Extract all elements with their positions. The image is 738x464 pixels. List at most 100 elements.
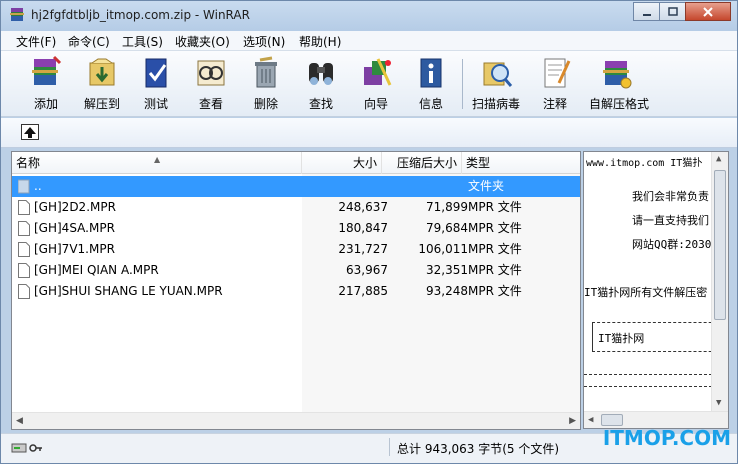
extract-to-label: 解压到 [83, 97, 120, 111]
wizard-button[interactable]: 向导 [349, 55, 403, 113]
file-name: [GH]7V1.MPR [34, 242, 115, 256]
status-summary: 总计 943,063 字节(5 个文件) [397, 442, 560, 456]
file-type: MPR 文件 [468, 221, 522, 235]
file-icon [18, 263, 30, 278]
file-name: [GH]SHUI SHANG LE YUAN.MPR [34, 284, 223, 298]
file-packed: 106,011 [418, 242, 468, 256]
delete-label: 删除 [253, 97, 278, 111]
file-size [302, 176, 388, 197]
info-label: 信息 [418, 97, 443, 111]
view-button[interactable]: 查看 [184, 55, 238, 113]
file-size: 63,967 [346, 263, 388, 277]
drive-key-icon [11, 443, 42, 453]
table-row[interactable]: [GH]SHUI SHANG LE YUAN.MPR 217,885 93,24… [12, 281, 580, 302]
wizard-icon [364, 58, 392, 86]
maximize-icon [667, 7, 678, 16]
maximize-button[interactable] [659, 2, 686, 21]
address-bar [1, 118, 737, 148]
comment-hscroll-thumb[interactable] [601, 414, 623, 426]
comment-divider [584, 386, 712, 387]
comment-box: IT猫扑网 [592, 322, 728, 352]
minimize-button[interactable] [633, 2, 660, 21]
virus-scan-button[interactable]: 扫描病毒 [469, 55, 523, 113]
window-title: hj2fgfdtbljb_itmop.com.zip - WinRAR [31, 8, 250, 22]
comment-line: 我们会非常负责 [632, 190, 709, 203]
column-size[interactable]: 大小 [302, 152, 382, 174]
column-packed[interactable]: 压缩后大小 [382, 152, 462, 174]
scroll-up-icon[interactable]: ▲ [716, 154, 721, 164]
toolbar: 添加 解压到 测试 查看 删除 查找 向导 信息 扫描病毒 注释 自解压格式 [1, 51, 737, 117]
table-row[interactable]: [GH]4SA.MPR 180,847 79,684 MPR 文件 [12, 218, 580, 239]
file-type: MPR 文件 [468, 263, 522, 277]
menu-bar: 文件(F) 命令(C) 工具(S) 收藏夹(O) 选项(N) 帮助(H) [1, 31, 737, 51]
delete-icon [255, 56, 277, 88]
toolbar-separator [462, 59, 463, 109]
add-archive-icon [32, 55, 62, 85]
file-size: 248,637 [338, 200, 388, 214]
up-folder-button[interactable] [21, 124, 39, 140]
file-size: 180,847 [338, 221, 388, 235]
table-row-parent-folder[interactable]: .. 文件夹 [12, 176, 580, 197]
test-label: 测试 [143, 97, 168, 111]
file-name: [GH]MEI QIAN A.MPR [34, 263, 159, 277]
wizard-label: 向导 [363, 97, 388, 111]
comment-line: www.itmop.com IT猫扑 [586, 158, 703, 169]
comment-label: 注释 [542, 97, 567, 111]
comment-vertical-scrollbar[interactable]: ▲ ▼ [711, 152, 728, 412]
comment-line: 网站QQ群:2030 [632, 238, 712, 251]
file-icon [18, 200, 30, 215]
file-name: [GH]2D2.MPR [34, 200, 116, 214]
table-row[interactable]: [GH]MEI QIAN A.MPR 63,967 32,351 MPR 文件 [12, 260, 580, 281]
winrar-app-icon [10, 8, 24, 21]
table-row[interactable]: [GH]7V1.MPR 231,727 106,011 MPR 文件 [12, 239, 580, 260]
menu-options[interactable]: 选项(N) [240, 33, 288, 50]
comment-line: IT猫扑网所有文件解压密 [584, 286, 708, 299]
view-icon [197, 60, 225, 86]
file-size: 217,885 [338, 284, 388, 298]
extract-to-button[interactable]: 解压到 [75, 55, 129, 113]
menu-file[interactable]: 文件(F) [13, 33, 59, 50]
column-name[interactable]: 名称 ▲ [12, 152, 302, 174]
comment-icon [544, 58, 571, 88]
extract-to-icon [89, 58, 115, 86]
add-button[interactable]: 添加 [19, 55, 73, 113]
sfx-button[interactable]: 自解压格式 [589, 55, 649, 113]
minimize-icon [642, 13, 651, 16]
scroll-right-icon[interactable]: ▶ [569, 416, 576, 426]
view-label: 查看 [198, 97, 223, 111]
comment-divider [584, 374, 712, 375]
file-list-header: 名称 ▲ 大小 压缩后大小 类型 [12, 152, 580, 174]
file-list-horizontal-scrollbar[interactable]: ◀ ▶ [12, 412, 580, 429]
info-button[interactable]: 信息 [404, 55, 458, 113]
file-list: 名称 ▲ 大小 压缩后大小 类型 .. 文件夹 [GH]2D2.MPR 248,… [11, 151, 581, 430]
column-packed-label: 压缩后大小 [396, 156, 457, 170]
file-size: 231,727 [338, 242, 388, 256]
comment-button[interactable]: 注释 [528, 55, 582, 113]
window-controls [633, 2, 731, 21]
file-type: MPR 文件 [468, 242, 522, 256]
column-size-label: 大小 [352, 156, 377, 170]
scroll-left-icon[interactable]: ◀ [588, 415, 593, 425]
menu-tools[interactable]: 工具(S) [119, 33, 166, 50]
close-button[interactable] [685, 2, 731, 21]
menu-favorites[interactable]: 收藏夹(O) [172, 33, 233, 50]
menu-help[interactable]: 帮助(H) [296, 33, 344, 50]
file-rows: .. 文件夹 [GH]2D2.MPR 248,637 71,899 MPR 文件… [12, 176, 580, 302]
file-packed: 71,899 [426, 200, 468, 214]
table-row[interactable]: [GH]2D2.MPR 248,637 71,899 MPR 文件 [12, 197, 580, 218]
scroll-left-icon[interactable]: ◀ [16, 416, 23, 426]
delete-button[interactable]: 删除 [239, 55, 293, 113]
file-type: 文件夹 [468, 179, 505, 193]
file-type: MPR 文件 [468, 200, 522, 214]
sort-ascending-icon: ▲ [154, 155, 161, 164]
test-icon [145, 58, 167, 88]
winrar-window: hj2fgfdtbljb_itmop.com.zip - WinRAR 文件(F… [0, 0, 738, 464]
comment-scroll-thumb[interactable] [714, 170, 726, 320]
menu-commands[interactable]: 命令(C) [65, 33, 113, 50]
file-packed: 93,248 [426, 284, 468, 298]
test-button[interactable]: 测试 [129, 55, 183, 113]
column-type[interactable]: 类型 [462, 152, 580, 174]
scroll-down-icon[interactable]: ▼ [716, 398, 721, 408]
find-button[interactable]: 查找 [294, 55, 348, 113]
title-bar[interactable]: hj2fgfdtbljb_itmop.com.zip - WinRAR [1, 1, 737, 31]
